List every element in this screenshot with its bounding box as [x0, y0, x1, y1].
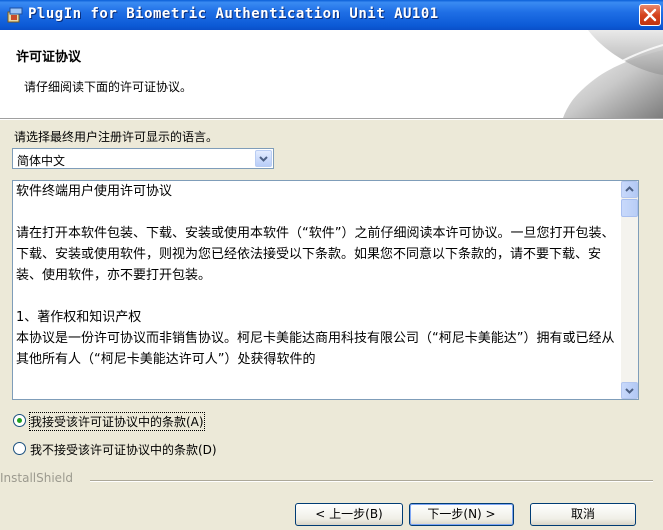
license-title: 软件终端用户使用许可协议: [16, 184, 173, 199]
banner-graphic: [557, 30, 663, 118]
next-button[interactable]: 下一步(N) >: [409, 503, 514, 526]
window-title: PlugIn for Biometric Authentication Unit…: [28, 6, 439, 22]
installer-window: PlugIn for Biometric Authentication Unit…: [0, 0, 663, 530]
language-select-value: 简体中文: [17, 154, 66, 168]
scroll-down-button[interactable]: [621, 382, 638, 399]
installer-icon: [6, 6, 24, 24]
accept-radio-label[interactable]: 我接受该许可证协议中的条款(A): [29, 412, 205, 431]
page-subtitle: 请仔细阅读下面的许可证协议。: [24, 80, 193, 94]
dropdown-button[interactable]: [255, 150, 272, 167]
language-label: 请选择最终用户注册许可显示的语言。: [14, 130, 219, 144]
accept-radio[interactable]: [13, 414, 26, 427]
installshield-brand: InstallShield: [0, 471, 74, 485]
license-text-area[interactable]: 软件终端用户使用许可协议 请在打开本软件包装、下载、安装或使用本软件（“软件”）…: [12, 180, 639, 400]
scroll-up-button[interactable]: [621, 181, 638, 198]
chevron-down-icon: [625, 388, 634, 394]
title-bar[interactable]: PlugIn for Biometric Authentication Unit…: [0, 0, 663, 30]
chevron-down-icon: [259, 156, 268, 162]
page-title: 许可证协议: [16, 50, 82, 65]
chevron-up-icon: [625, 186, 634, 192]
vertical-scrollbar[interactable]: [621, 181, 638, 399]
license-content: 软件终端用户使用许可协议 请在打开本软件包装、下载、安装或使用本软件（“软件”）…: [16, 181, 616, 370]
language-select[interactable]: 简体中文: [12, 148, 274, 169]
header-banner: 许可证协议 请仔细阅读下面的许可证协议。: [0, 30, 663, 119]
license-section-heading: 1、著作权和知识产权: [16, 310, 142, 325]
close-button[interactable]: [639, 4, 661, 26]
decline-radio-label[interactable]: 我不接受该许可证协议中的条款(D): [30, 441, 217, 458]
back-button[interactable]: < 上一步(B): [295, 503, 403, 526]
radio-selected-dot: [17, 418, 22, 423]
footer-divider: [90, 480, 653, 482]
decline-radio[interactable]: [13, 442, 26, 455]
close-icon: [643, 8, 657, 22]
cancel-button[interactable]: 取消: [530, 503, 636, 526]
scroll-thumb[interactable]: [621, 199, 638, 217]
license-paragraph: 请在打开本软件包装、下载、安装或使用本软件（“软件”）之前仔细阅读本许可协议。一…: [16, 226, 615, 283]
license-paragraph: 本协议是一份许可协议而非销售协议。柯尼卡美能达商用科技有限公司（“柯尼卡美能达”…: [16, 331, 615, 367]
